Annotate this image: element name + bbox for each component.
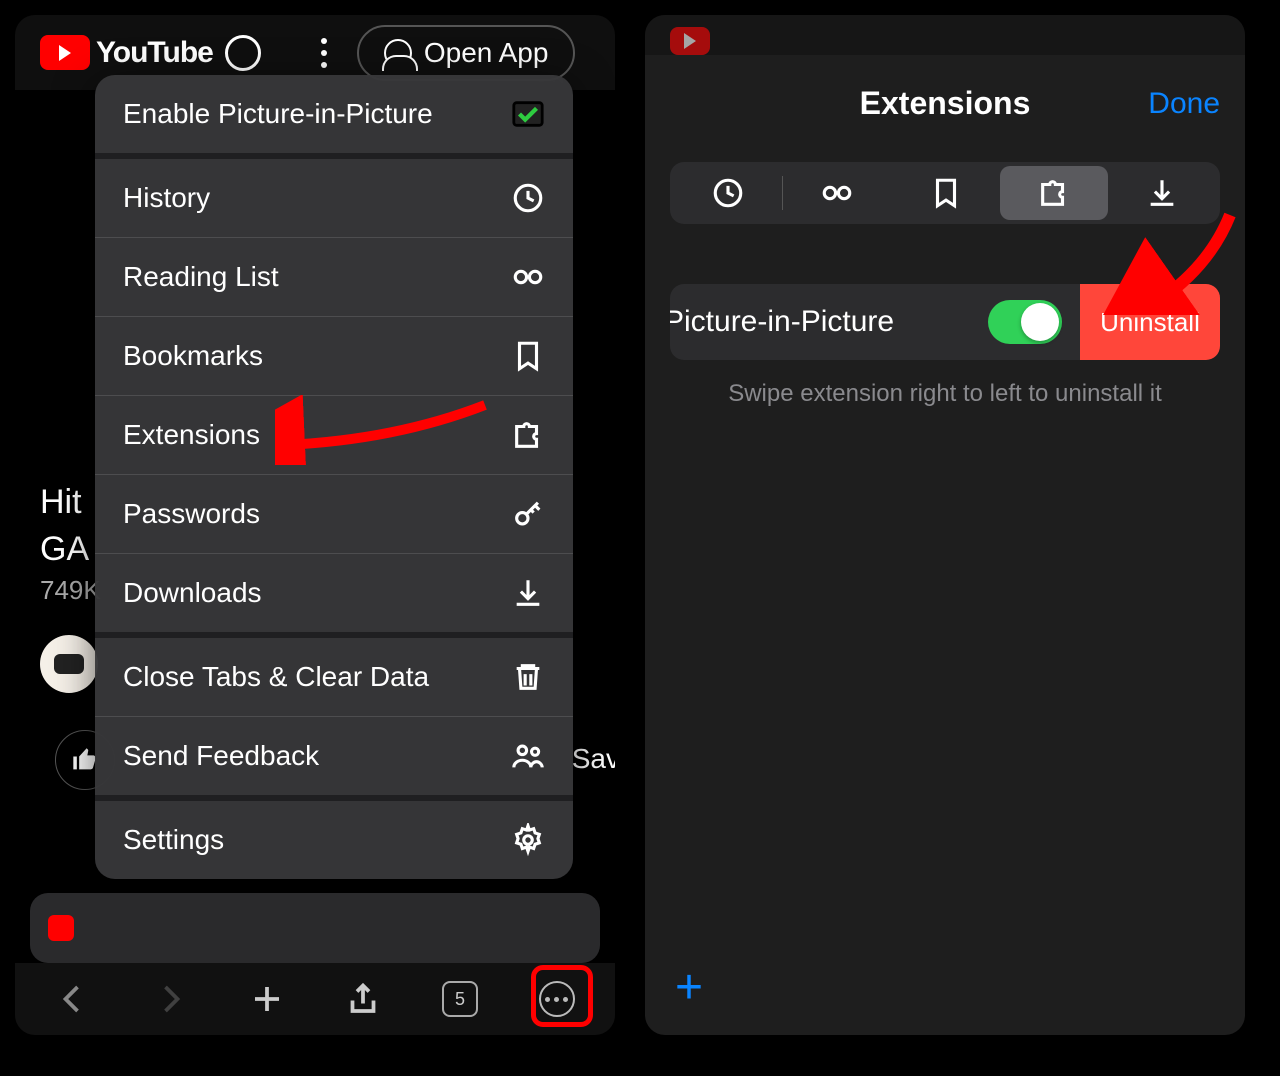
youtube-text: YouTube [96, 36, 213, 70]
person-icon [384, 39, 412, 67]
new-tab-button[interactable] [245, 977, 289, 1021]
open-app-button[interactable]: Open App [357, 25, 576, 81]
menu-item-reading-list[interactable]: Reading List [95, 238, 573, 317]
menu-item-downloads[interactable]: Downloads [95, 554, 573, 638]
tab-count: 5 [442, 981, 478, 1017]
bookmark-icon [511, 339, 545, 373]
more-vertical-icon[interactable] [321, 38, 327, 68]
menu-item-passwords[interactable]: Passwords [95, 475, 573, 554]
share-button[interactable] [341, 977, 385, 1021]
trash-icon [511, 660, 545, 694]
menu-item-settings[interactable]: Settings [95, 801, 573, 879]
gear-icon [511, 823, 545, 857]
extensions-screenshot-right: Extensions Done Picture-in-Picture Unins… [645, 15, 1245, 1035]
more-menu-button[interactable] [535, 977, 579, 1021]
more-horizontal-icon [539, 981, 575, 1017]
extension-row-pip[interactable]: Picture-in-Picture [670, 284, 1080, 360]
puzzle-icon [511, 418, 545, 452]
menu-item-pip[interactable]: Enable Picture-in-Picture [95, 75, 573, 159]
nav-back-button[interactable] [51, 977, 95, 1021]
menu-label: Bookmarks [123, 340, 263, 372]
bottom-nav: 5 [15, 963, 615, 1035]
extension-toggle[interactable] [988, 300, 1062, 344]
extension-name: Picture-in-Picture [670, 305, 894, 339]
controller-icon [54, 654, 84, 674]
save-label: Sav [572, 743, 615, 775]
menu-item-history[interactable]: History [95, 159, 573, 238]
youtube-logo[interactable]: YouTube [40, 35, 213, 70]
clock-icon [511, 181, 545, 215]
people-icon [511, 739, 545, 773]
menu-label: Passwords [123, 498, 260, 530]
menu-item-close-clear[interactable]: Close Tabs & Clear Data [95, 638, 573, 717]
search-icon[interactable] [225, 35, 261, 71]
segment-bookmarks[interactable] [891, 166, 999, 220]
sheet-title: Extensions [860, 85, 1031, 122]
menu-label: Settings [123, 824, 224, 856]
address-bar[interactable] [30, 893, 600, 963]
site-favicon [48, 915, 74, 941]
menu-label: Downloads [123, 577, 262, 609]
clock-icon [711, 176, 745, 210]
menu-item-bookmarks[interactable]: Bookmarks [95, 317, 573, 396]
video-title-line2: GA [40, 530, 89, 569]
annotation-arrow-extensions [275, 395, 495, 465]
glasses-icon [820, 176, 854, 210]
browser-menu-screenshot-left: YouTube Open App Hit GA 749K Sav Enable … [15, 15, 615, 1035]
key-icon [511, 497, 545, 531]
channel-avatar[interactable] [40, 635, 98, 693]
bookmark-icon [929, 176, 963, 210]
extensions-sheet-header: Extensions Done [645, 55, 1245, 152]
puzzle-icon [1037, 176, 1071, 210]
menu-label: Send Feedback [123, 740, 319, 772]
video-title-line1: Hit [40, 483, 82, 522]
menu-label: Close Tabs & Clear Data [123, 661, 429, 693]
pip-check-icon [511, 97, 545, 131]
segment-history[interactable] [674, 166, 782, 220]
toggle-knob [1021, 303, 1059, 341]
youtube-play-icon [670, 27, 710, 55]
download-icon [511, 576, 545, 610]
annotation-arrow-uninstall [1100, 205, 1240, 315]
menu-label: Enable Picture-in-Picture [123, 98, 433, 130]
nav-forward-button[interactable] [148, 977, 192, 1021]
swipe-hint: Swipe extension right to left to uninsta… [645, 380, 1245, 408]
view-count: 749K [40, 575, 101, 606]
tabs-button[interactable]: 5 [438, 977, 482, 1021]
done-button[interactable]: Done [1148, 87, 1220, 121]
open-app-label: Open App [424, 37, 549, 69]
browser-menu-popup: Enable Picture-in-Picture History Readin… [95, 75, 573, 879]
segment-reading-list[interactable] [783, 166, 891, 220]
faded-background-header [645, 15, 1245, 55]
glasses-icon [511, 260, 545, 294]
menu-label: Reading List [123, 261, 279, 293]
menu-item-feedback[interactable]: Send Feedback [95, 717, 573, 801]
menu-label: Extensions [123, 419, 260, 451]
segment-extensions[interactable] [1000, 166, 1108, 220]
menu-label: History [123, 182, 210, 214]
add-extension-button[interactable]: + [675, 960, 703, 1015]
youtube-play-icon [40, 35, 90, 70]
